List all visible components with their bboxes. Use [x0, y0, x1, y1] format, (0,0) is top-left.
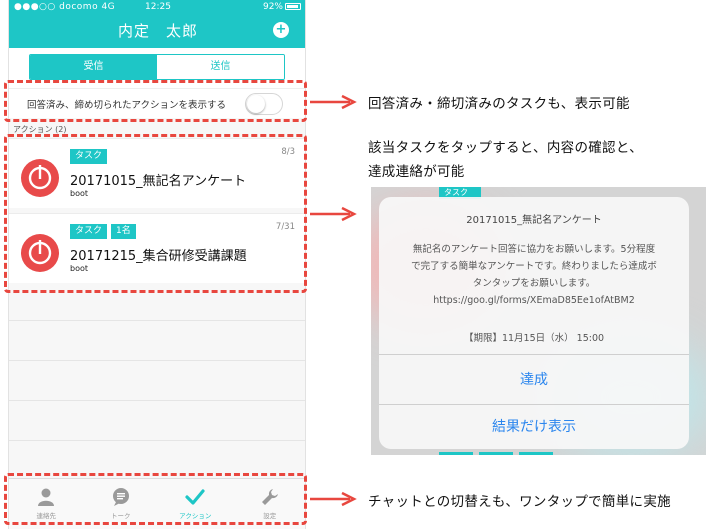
tab-sent[interactable]: 送信: [157, 55, 284, 79]
arrow-right-icon: [310, 94, 357, 110]
action-item[interactable]: タスク 1名 7/31 20171215_集合研修受講課題 boot: [9, 213, 305, 283]
dialog-screenshot: タスク 20171015_無記名アンケート 無記名のアンケート回答に協力をお願い…: [371, 187, 706, 455]
action-date: 8/3: [281, 147, 295, 157]
navigation-bar: ●●●○○ docomo 4G 12:25 92% 内定 太郎 +: [9, 0, 305, 48]
action-sender: boot: [70, 189, 89, 198]
annotation-closed-tasks: 回答済み・締切済みのタスクも、表示可能: [368, 96, 630, 112]
tabbar-actions[interactable]: アクション: [158, 479, 233, 529]
task-badge: タスク: [70, 149, 108, 164]
task-badge: タスク: [70, 224, 108, 239]
section-header: アクション (2): [13, 125, 67, 134]
action-date: 7/31: [275, 222, 295, 232]
battery-icon: [285, 3, 301, 10]
list-divider: [9, 440, 305, 441]
dialog-message: 無記名のアンケート回答に協力をお願いします。5分程度 で完了する簡単なアンケート…: [395, 241, 673, 309]
dialog-title: 20171015_無記名アンケート: [466, 215, 602, 226]
phone-screen: ●●●○○ docomo 4G 12:25 92% 内定 太郎 + 受信 送信 …: [8, 0, 306, 529]
bottom-tab-bar: 連絡先 トーク アクション 設定: [9, 478, 306, 529]
battery-indicator: 92%: [263, 2, 301, 12]
toggle-knob: [247, 95, 265, 113]
dialog-link[interactable]: https://goo.gl/forms/XEmaD85Ee1ofAtBM2: [395, 292, 673, 309]
wrench-icon: [261, 489, 278, 505]
action-title: 20171015_無記名アンケート: [70, 174, 247, 189]
show-closed-toggle[interactable]: [245, 93, 283, 115]
list-divider: [9, 360, 305, 361]
avatar: [21, 159, 59, 197]
annotation-tap-task-line1: 該当タスクをタップすると、内容の確認と、: [368, 140, 643, 156]
arrow-right-icon: [310, 491, 357, 507]
list-divider: [9, 400, 305, 401]
badge-group: タスク 1名: [70, 224, 140, 239]
annotation-tab-switch: チャットとの切替えも、ワンタップで簡単に実施: [368, 494, 671, 510]
checkmark-icon: [185, 489, 205, 505]
contact-icon: [38, 488, 55, 506]
page-title: 内定 太郎: [117, 22, 198, 40]
annotation-tap-task-line2: 達成連絡が可能: [368, 164, 465, 180]
show-result-only-button[interactable]: 結果だけ表示: [379, 404, 689, 449]
status-bar: ●●●○○ docomo 4G 12:25 92%: [9, 0, 305, 14]
clock: 12:25: [145, 2, 171, 12]
talk-bubble-icon: [112, 488, 129, 506]
tabbar-talk[interactable]: トーク: [84, 479, 159, 529]
action-item[interactable]: タスク 8/3 20171015_無記名アンケート boot: [9, 138, 305, 208]
power-logo-icon: [28, 165, 52, 190]
task-detail-dialog: 20171015_無記名アンケート 無記名のアンケート回答に協力をお願いします。…: [379, 197, 689, 449]
tab-received[interactable]: 受信: [30, 55, 157, 79]
badge-group: タスク: [70, 149, 111, 164]
tabbar-settings[interactable]: 設定: [233, 479, 306, 529]
action-sender: boot: [70, 264, 89, 273]
show-closed-label: 回答済み、締め切られたアクションを表示する: [27, 100, 227, 111]
plus-circle-icon[interactable]: +: [273, 22, 289, 38]
achieve-button[interactable]: 達成: [379, 354, 689, 404]
power-logo-icon: [28, 240, 52, 265]
tabbar-contacts[interactable]: 連絡先: [9, 479, 84, 529]
segmented-control: 受信 送信: [29, 54, 285, 80]
arrow-right-icon: [310, 206, 357, 222]
action-title: 20171215_集合研修受講課題: [70, 249, 247, 264]
assignee-count-badge: 1名: [111, 224, 136, 239]
dialog-deadline: 【期限】11月15日（水） 15:00: [463, 333, 605, 344]
avatar: [21, 234, 59, 272]
list-divider: [9, 320, 305, 321]
show-closed-row: 回答済み、締め切られたアクションを表示する: [9, 88, 305, 118]
inbox-tabs: 受信 送信: [9, 48, 305, 88]
